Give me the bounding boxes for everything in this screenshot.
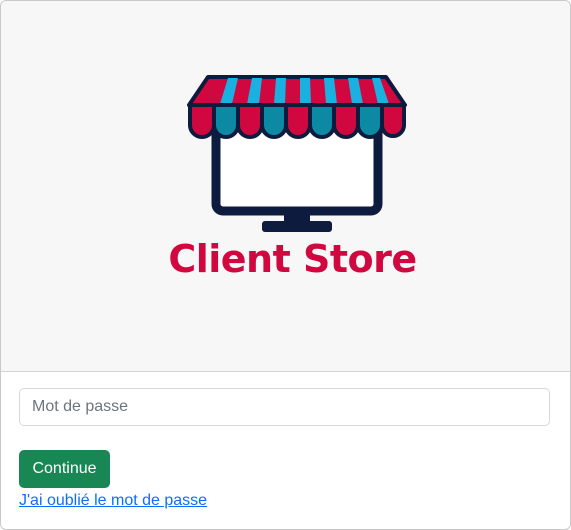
brand-name: Client Store bbox=[168, 237, 417, 281]
logo-area: Client Store bbox=[1, 1, 570, 372]
forgot-password-link[interactable]: J'ai oublié le mot de passe bbox=[19, 492, 207, 510]
login-card: Client Store Continue J'ai oublié le mot… bbox=[0, 0, 571, 530]
storefront-monitor-icon bbox=[187, 75, 407, 232]
password-input[interactable] bbox=[19, 388, 550, 426]
continue-button[interactable]: Continue bbox=[19, 450, 110, 488]
